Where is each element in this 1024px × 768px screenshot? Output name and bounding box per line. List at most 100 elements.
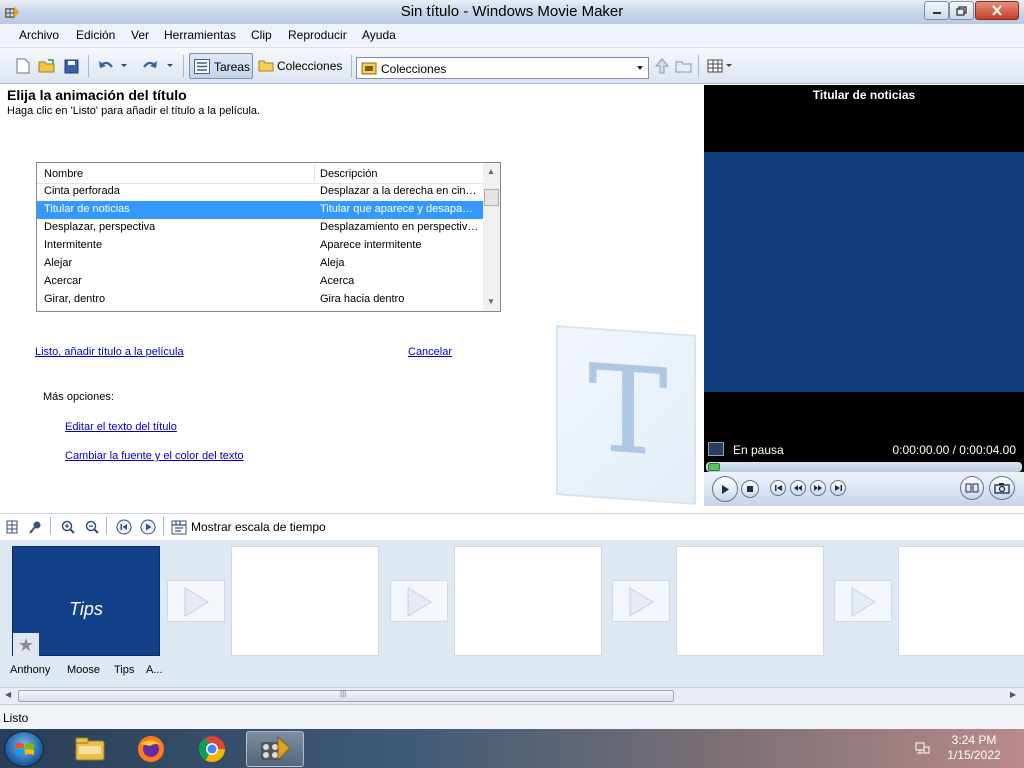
system-clock[interactable]: 3:24 PM 1/15/2022 <box>932 733 1016 763</box>
row-name: Cinta perforada <box>44 185 120 197</box>
open-project-button[interactable] <box>38 57 56 75</box>
transition-slot[interactable] <box>834 580 892 622</box>
column-header-descripcion[interactable]: Descripción <box>320 168 377 180</box>
close-button[interactable] <box>975 1 1019 20</box>
menu-reproducir[interactable]: Reproducir <box>288 28 347 42</box>
animation-list[interactable]: Nombre Descripción Cinta perforada Despla… <box>36 162 501 312</box>
storyboard-clip-slot[interactable] <box>454 546 602 656</box>
colecciones-button[interactable]: Colecciones <box>256 53 348 79</box>
taskbar-explorer[interactable] <box>61 731 119 767</box>
preview-screen <box>704 152 1024 392</box>
play-button[interactable] <box>712 476 738 502</box>
row-description: Desplazar a la derecha en cin… <box>320 185 477 197</box>
undo-button[interactable] <box>97 57 115 75</box>
seek-handle[interactable] <box>708 463 720 471</box>
collection-dropdown-arrow[interactable] <box>631 58 648 78</box>
transition-arrow-icon <box>851 587 876 617</box>
save-button[interactable] <box>62 57 80 75</box>
list-row[interactable]: Cinta perforada Desplazar a la derecha en… <box>37 183 483 201</box>
transition-slot[interactable] <box>167 580 225 622</box>
row-description: Aleja <box>320 257 345 269</box>
menu-herramientas[interactable]: Herramientas <box>164 28 236 42</box>
undo-dropdown[interactable] <box>119 57 129 75</box>
clip-title-text: Tips <box>69 599 103 619</box>
menu-ayuda[interactable]: Ayuda <box>362 28 396 42</box>
scroll-grip-icon: ||| <box>340 689 347 698</box>
menu-ver[interactable]: Ver <box>131 28 149 42</box>
clock-time: 3:24 PM <box>951 733 997 747</box>
network-icon[interactable] <box>914 741 930 755</box>
storyboard-clip-slot[interactable] <box>898 546 1024 656</box>
start-button[interactable] <box>4 731 44 767</box>
show-timeline-icon-wrap[interactable] <box>171 519 187 535</box>
storyboard-menu-button[interactable] <box>4 519 20 535</box>
list-scrollbar[interactable]: ▲ ▼ <box>483 163 500 311</box>
restore-button[interactable] <box>949 1 974 20</box>
done-add-title-link[interactable]: Listo, añadir título a la película <box>35 346 184 358</box>
tareas-button[interactable]: Tareas <box>189 53 253 79</box>
rewind-storyboard-button[interactable] <box>116 519 132 535</box>
next-frame-button[interactable] <box>830 480 846 496</box>
previous-frame-button[interactable] <box>770 480 786 496</box>
fast-forward-button[interactable] <box>810 480 826 496</box>
scroll-up-arrow[interactable]: ▲ <box>487 167 495 176</box>
menu-archivo[interactable]: Archivo <box>19 28 59 42</box>
storyboard-icon <box>6 520 18 534</box>
row-name: Intermitente <box>44 239 103 251</box>
menu-edicion[interactable]: Edición <box>76 28 115 42</box>
list-row[interactable]: Alejar Aleja <box>37 255 483 273</box>
views-button[interactable] <box>706 57 734 75</box>
column-divider[interactable] <box>314 165 315 182</box>
change-font-color-link[interactable]: Cambiar la fuente y el color del texto <box>65 450 244 462</box>
transition-slot[interactable] <box>390 580 448 622</box>
taskbar-chrome[interactable] <box>183 731 241 767</box>
taskbar-firefox[interactable] <box>122 731 180 767</box>
new-collection-folder-button[interactable] <box>675 57 693 75</box>
scroll-down-arrow[interactable]: ▼ <box>487 297 495 306</box>
scroll-right-arrow[interactable]: ▶ <box>1010 690 1016 699</box>
play-storyboard-button[interactable] <box>140 519 156 535</box>
storyboard-clip-slot[interactable] <box>231 546 379 656</box>
list-row[interactable]: Acercar Acerca <box>37 273 483 291</box>
redo-dropdown[interactable] <box>165 57 175 75</box>
playback-status: En pausa <box>733 443 784 457</box>
clip-caption: Tips <box>114 664 135 676</box>
redo-button[interactable] <box>141 57 159 75</box>
seek-bar[interactable] <box>706 462 1022 472</box>
list-row[interactable]: Intermitente Aparece intermitente <box>37 237 483 255</box>
zoom-in-button[interactable] <box>60 519 76 535</box>
storyboard-scrollbar[interactable]: ◀ ||| ▶ <box>0 687 1024 704</box>
transition-slot[interactable] <box>612 580 670 622</box>
zoom-out-button[interactable] <box>84 519 100 535</box>
show-timeline-button[interactable]: Mostrar escala de tiempo <box>191 520 326 534</box>
storyboard-clip-slot[interactable] <box>676 546 824 656</box>
minimize-button[interactable] <box>924 1 949 20</box>
collection-dropdown[interactable]: Colecciones <box>356 57 649 79</box>
row-description: Acerca <box>320 275 355 287</box>
playback-controls <box>704 472 1024 506</box>
narrate-button[interactable] <box>27 519 43 535</box>
menu-clip[interactable]: Clip <box>251 28 272 42</box>
cancel-link[interactable]: Cancelar <box>408 346 452 358</box>
stop-button[interactable] <box>741 480 759 498</box>
rewind-button[interactable] <box>790 480 806 496</box>
edit-title-text-link[interactable]: Editar el texto del título <box>65 421 177 433</box>
scroll-thumb[interactable] <box>484 189 499 206</box>
new-project-button[interactable] <box>14 57 32 75</box>
watermark-letter-t: T <box>588 339 669 484</box>
list-row[interactable]: Desplazar, perspectiva Desplazamiento en … <box>37 219 483 237</box>
title-bar: Sin título - Windows Movie Maker <box>0 0 1024 24</box>
minimize-icon <box>932 11 941 14</box>
microphone-icon <box>29 521 41 534</box>
take-picture-button[interactable] <box>989 476 1015 500</box>
up-level-button[interactable] <box>653 57 671 75</box>
taskbar-movie-maker[interactable] <box>246 731 304 767</box>
scroll-left-arrow[interactable]: ◀ <box>5 690 11 699</box>
storyboard-clip-title[interactable]: Tips ★ <box>12 546 160 657</box>
window-title: Sin título - Windows Movie Maker <box>400 3 624 20</box>
split-clip-button[interactable] <box>960 476 984 500</box>
column-header-nombre[interactable]: Nombre <box>44 168 83 180</box>
list-row[interactable]: Titular de noticias Titular que aparece y… <box>37 201 483 219</box>
status-text: Listo <box>3 711 29 725</box>
list-row[interactable]: Girar, dentro Gira hacia dentro <box>37 291 483 309</box>
